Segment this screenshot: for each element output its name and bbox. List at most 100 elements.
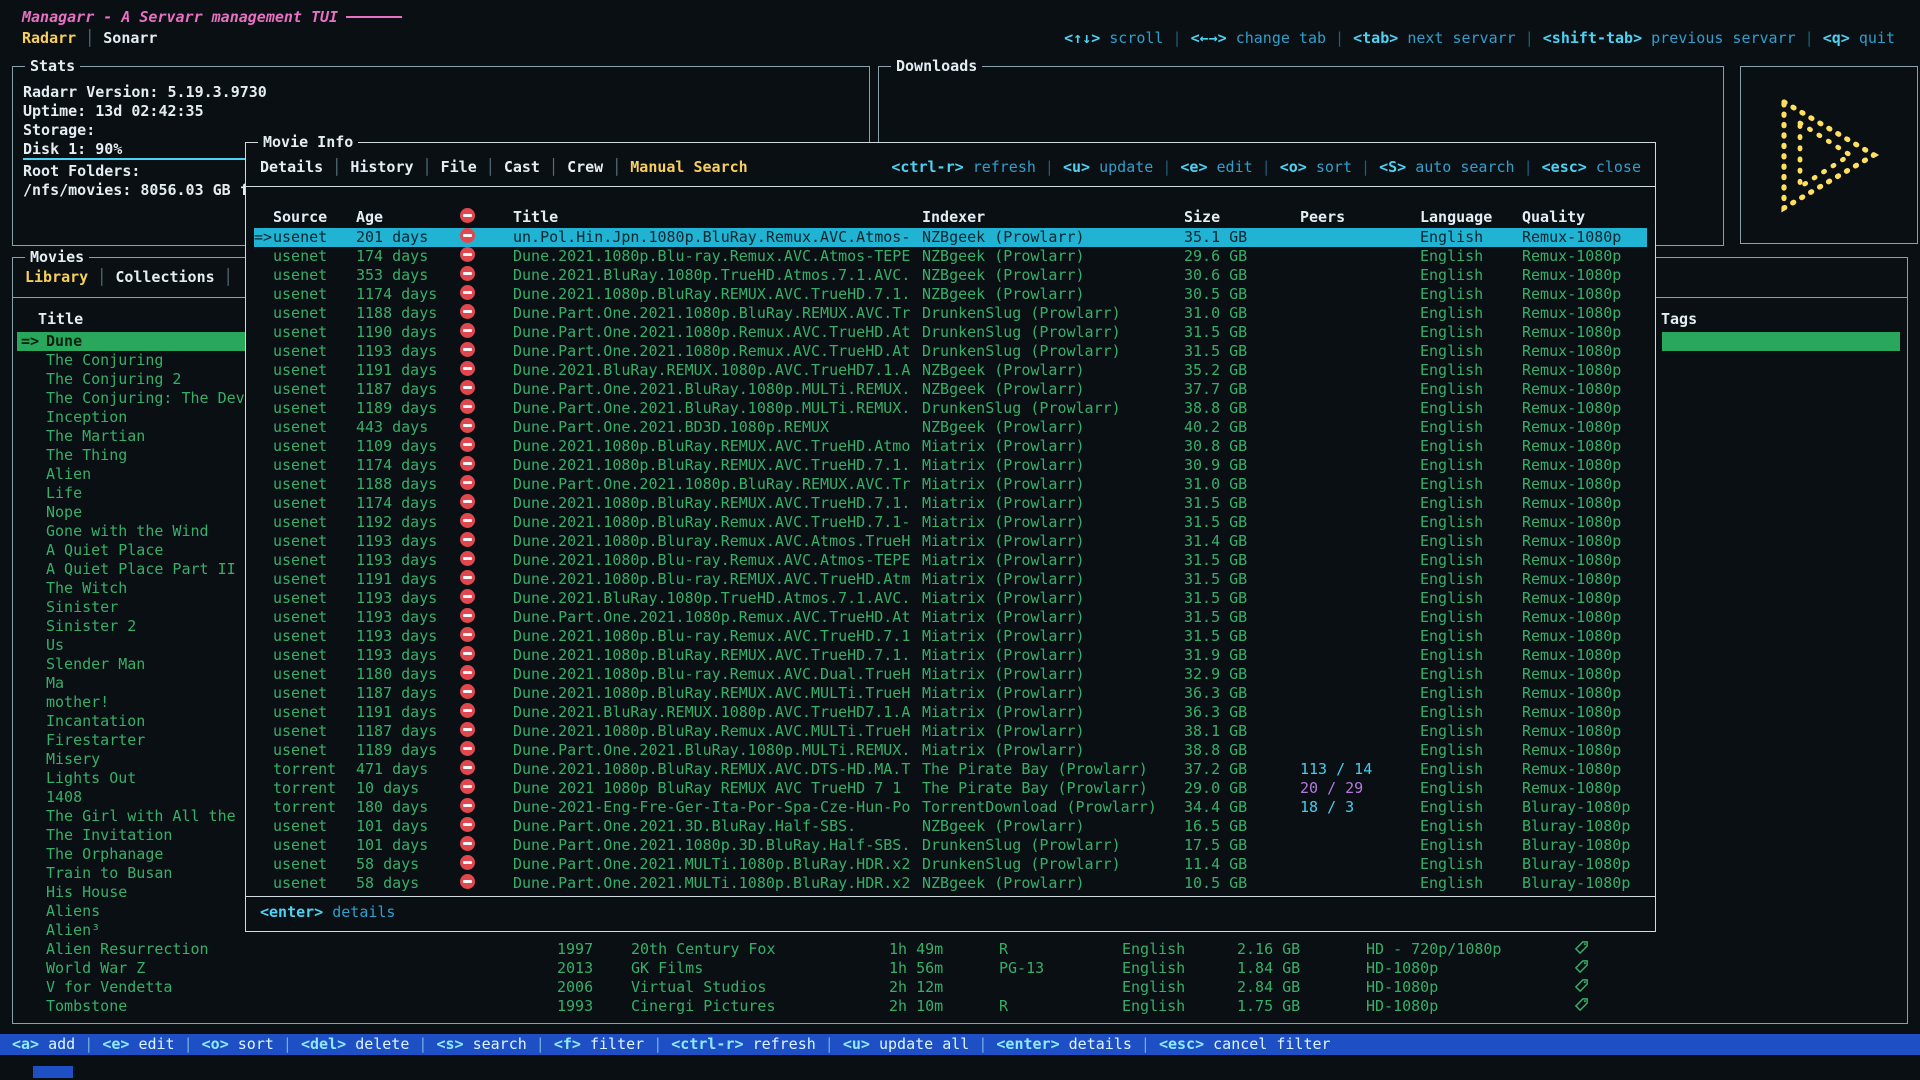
search-result-row[interactable]: usenet1191 daysDune.2021.BluRay.REMUX.10…	[254, 361, 1647, 380]
search-result-row[interactable]: usenet1174 daysDune.2021.1080p.BluRay.RE…	[254, 456, 1647, 475]
movie-title: The Girl with All the	[46, 807, 245, 826]
movie-list-item[interactable]: Life	[17, 484, 247, 503]
result-language: English	[1420, 798, 1483, 817]
search-result-row[interactable]: usenet353 daysDune.2021.BluRay.1080p.Tru…	[254, 266, 1647, 285]
search-result-row[interactable]: usenet1174 daysDune.2021.1080p.BluRay.RE…	[254, 494, 1647, 513]
movie-list-item[interactable]: Nope	[17, 503, 247, 522]
result-language: English	[1420, 532, 1483, 551]
search-result-row[interactable]: torrent10 daysDune 2021 1080p BluRay REM…	[254, 779, 1647, 798]
search-result-row[interactable]: usenet1193 daysDune.Part.One.2021.1080p.…	[254, 342, 1647, 361]
movie-list-item[interactable]: Inception	[17, 408, 247, 427]
result-title: Dune.2021.BluRay.REMUX.1080p.AVC.TrueHD7…	[513, 361, 919, 380]
result-language: English	[1420, 874, 1483, 893]
movie-list-item[interactable]: Alien Resurrection	[17, 940, 247, 959]
movie-list-item[interactable]: The Conjuring 2	[17, 370, 247, 389]
result-indexer: NZBgeek (Prowlarr)	[922, 285, 1176, 304]
result-size: 35.1 GB	[1184, 228, 1247, 247]
result-source: usenet	[273, 532, 327, 551]
movie-list-item[interactable]: Lights Out	[17, 769, 247, 788]
movie-list-item[interactable]: The Conjuring	[17, 351, 247, 370]
search-result-row[interactable]: torrent180 daysDune-2021-Eng-Fre-Ger-Ita…	[254, 798, 1647, 817]
result-indexer: NZBgeek (Prowlarr)	[922, 228, 1176, 247]
movie-list-item[interactable]: The Thing	[17, 446, 247, 465]
search-result-row[interactable]: usenet443 daysDune.Part.One.2021.BD3D.10…	[254, 418, 1647, 437]
movie-list-item[interactable]: Tombstone	[17, 997, 247, 1016]
movie-title: His House	[46, 883, 245, 902]
result-source: usenet	[273, 418, 327, 437]
result-indexer: Miatrix (Prowlarr)	[922, 570, 1176, 589]
search-result-row[interactable]: usenet1191 daysDune.2021.BluRay.REMUX.10…	[254, 703, 1647, 722]
result-language: English	[1420, 589, 1483, 608]
search-result-row[interactable]: usenet1193 daysDune.2021.1080p.Blu-ray.R…	[254, 627, 1647, 646]
movie-list-item[interactable]: Gone with the Wind	[17, 522, 247, 541]
movie-title: Alien³	[46, 921, 245, 940]
search-result-row[interactable]: usenet1174 daysDune.2021.1080p.BluRay.RE…	[254, 285, 1647, 304]
search-result-row[interactable]: usenet1193 daysDune.2021.1080p.Bluray.Re…	[254, 532, 1647, 551]
movie-list-item[interactable]: =>Dune	[17, 332, 247, 351]
movie-list-item[interactable]: Misery	[17, 750, 247, 769]
search-result-row[interactable]: usenet1180 daysDune.2021.1080p.Blu-ray.R…	[254, 665, 1647, 684]
movie-list-item[interactable]: Ma	[17, 674, 247, 693]
movie-list-item[interactable]: Aliens	[17, 902, 247, 921]
movie-list-item[interactable]: The Witch	[17, 579, 247, 598]
movie-list-item[interactable]: Alien	[17, 465, 247, 484]
search-result-row[interactable]: usenet58 daysDune.Part.One.2021.MULTi.10…	[254, 874, 1647, 893]
movie-list-item[interactable]: Slender Man	[17, 655, 247, 674]
search-result-row[interactable]: usenet174 daysDune.2021.1080p.Blu-ray.Re…	[254, 247, 1647, 266]
result-peers: 20 / 29	[1300, 779, 1363, 798]
result-title: Dune.Part.One.2021.1080p.Remux.AVC.TrueH…	[513, 608, 919, 627]
movie-list-item[interactable]: Incantation	[17, 712, 247, 731]
search-result-row[interactable]: usenet1188 daysDune.Part.One.2021.1080p.…	[254, 304, 1647, 323]
search-result-row[interactable]: usenet1191 daysDune.2021.1080p.Blu-ray.R…	[254, 570, 1647, 589]
movie-list-item[interactable]: 1408	[17, 788, 247, 807]
movie-list-item[interactable]: Alien³	[17, 921, 247, 940]
movie-list-item[interactable]: The Martian	[17, 427, 247, 446]
movie-list-item[interactable]: World War Z	[17, 959, 247, 978]
movie-list-item[interactable]: Firestarter	[17, 731, 247, 750]
movie-list-item[interactable]: Train to Busan	[17, 864, 247, 883]
result-source: usenet	[273, 247, 327, 266]
search-result-row[interactable]: usenet1187 daysDune.2021.1080p.BluRay.Re…	[254, 722, 1647, 741]
search-result-row[interactable]: usenet1193 daysDune.Part.One.2021.1080p.…	[254, 608, 1647, 627]
result-title: Dune.2021.1080p.Blu-ray.REMUX.AVC.TrueHD…	[513, 570, 919, 589]
movie-list-item[interactable]: A Quiet Place Part II	[17, 560, 247, 579]
result-source: usenet	[273, 665, 327, 684]
movie-list-item[interactable]: A Quiet Place	[17, 541, 247, 560]
movie-list-item[interactable]: Sinister	[17, 598, 247, 617]
result-indexer: DrunkenSlug (Prowlarr)	[922, 836, 1176, 855]
search-result-row[interactable]: usenet1187 daysDune.Part.One.2021.BluRay…	[254, 380, 1647, 399]
search-result-row[interactable]: usenet1190 daysDune.Part.One.2021.1080p.…	[254, 323, 1647, 342]
movie-list-item[interactable]: The Orphanage	[17, 845, 247, 864]
search-result-row[interactable]: usenet101 daysDune.Part.One.2021.3D.BluR…	[254, 817, 1647, 836]
movie-list-item[interactable]: mother!	[17, 693, 247, 712]
search-result-row[interactable]: usenet1193 daysDune.2021.1080p.Blu-ray.R…	[254, 551, 1647, 570]
result-quality: Remux-1080p	[1522, 323, 1654, 342]
result-source: usenet	[273, 399, 327, 418]
movie-list-item[interactable]: His House	[17, 883, 247, 902]
search-result-row[interactable]: usenet1189 daysDune.Part.One.2021.BluRay…	[254, 399, 1647, 418]
result-source: torrent	[273, 798, 336, 817]
result-language: English	[1420, 285, 1483, 304]
keybind-separator: |	[409, 1035, 436, 1053]
movie-list-item[interactable]: Sinister 2	[17, 617, 247, 636]
search-result-row[interactable]: usenet58 daysDune.Part.One.2021.MULTi.10…	[254, 855, 1647, 874]
result-quality: Remux-1080p	[1522, 741, 1654, 760]
search-result-row[interactable]: usenet1188 daysDune.Part.One.2021.1080p.…	[254, 475, 1647, 494]
movie-list-item[interactable]: The Conjuring: The Dev	[17, 389, 247, 408]
keybind-separator: |	[274, 1035, 301, 1053]
search-result-row[interactable]: usenet1193 daysDune.2021.1080p.BluRay.RE…	[254, 646, 1647, 665]
search-result-row[interactable]: usenet1192 daysDune.2021.1080p.BluRay.Re…	[254, 513, 1647, 532]
search-result-row[interactable]: torrent471 daysDune.2021.1080p.BluRay.RE…	[254, 760, 1647, 779]
search-result-row[interactable]: usenet1187 daysDune.2021.1080p.BluRay.RE…	[254, 684, 1647, 703]
movie-list-item[interactable]: The Invitation	[17, 826, 247, 845]
movie-list-item[interactable]: Us	[17, 636, 247, 655]
movie-list-item[interactable]: The Girl with All the	[17, 807, 247, 826]
movie-list-item[interactable]: V for Vendetta	[17, 978, 247, 997]
search-result-row[interactable]: usenet1109 daysDune.2021.1080p.BluRay.RE…	[254, 437, 1647, 456]
search-result-row[interactable]: =>usenet201 daysun.Pol.Hin.Jpn.1080p.Blu…	[254, 228, 1647, 247]
search-result-row[interactable]: usenet1193 daysDune.2021.BluRay.1080p.Tr…	[254, 589, 1647, 608]
keybind-key: <e>	[102, 1035, 129, 1053]
keybind-separator: |	[527, 1035, 554, 1053]
search-result-row[interactable]: usenet1189 daysDune.Part.One.2021.BluRay…	[254, 741, 1647, 760]
search-result-row[interactable]: usenet101 daysDune.Part.One.2021.1080p.3…	[254, 836, 1647, 855]
